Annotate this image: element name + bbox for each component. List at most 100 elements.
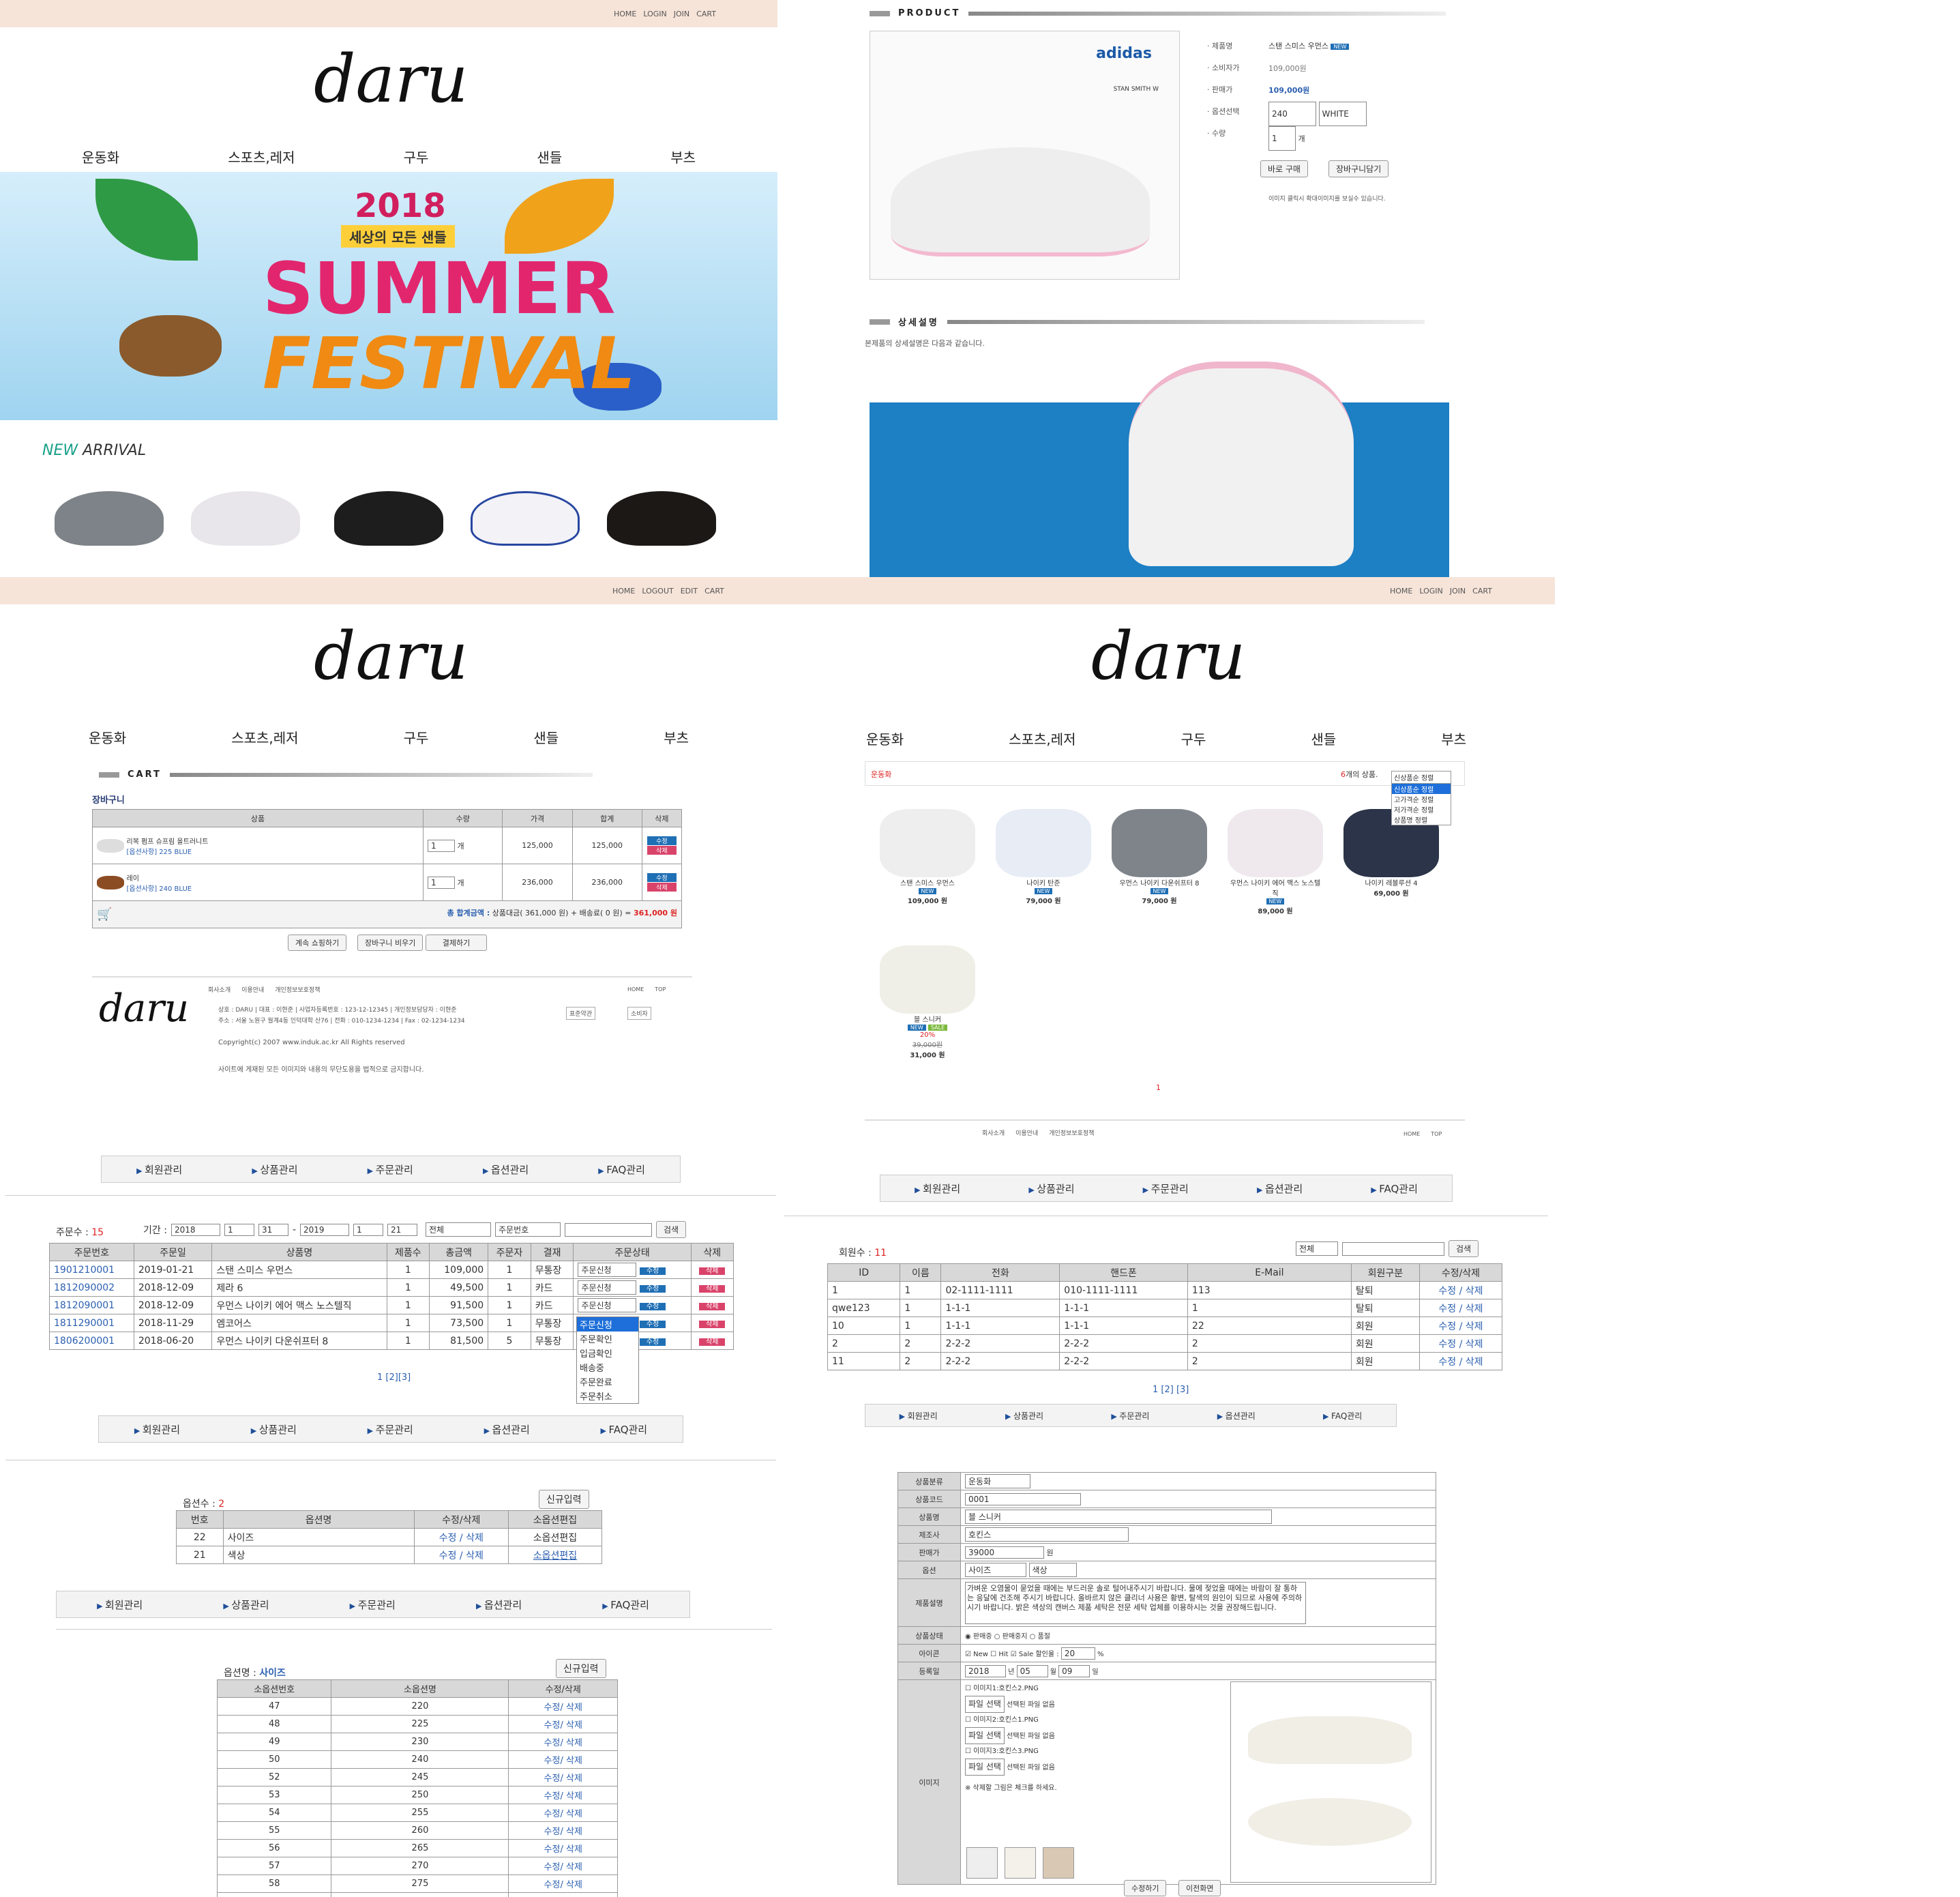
edit-delete-link[interactable]: 수정/ 삭제	[508, 1768, 618, 1786]
sort-option[interactable]: 고가격순 정렬	[1392, 794, 1451, 804]
nav-sneakers[interactable]: 운동화	[866, 729, 904, 748]
nav-members[interactable]: 회원관리	[915, 1181, 960, 1196]
product-image[interactable]	[1112, 809, 1207, 877]
product-name[interactable]: 레이	[127, 875, 139, 883]
product-image[interactable]	[1228, 809, 1323, 877]
site-logo[interactable]: daru	[1091, 618, 1245, 694]
status-select[interactable]: 주문신청	[578, 1263, 637, 1277]
logout-link[interactable]: LOGOUT	[642, 587, 673, 595]
footer-top-link[interactable]: TOP	[655, 986, 666, 992]
search-button[interactable]: 검색	[656, 1221, 687, 1238]
delete-button[interactable]: 삭제	[699, 1338, 726, 1346]
order-no[interactable]: 1901210001	[49, 1261, 134, 1279]
checkout-button[interactable]: 결제하기	[426, 935, 487, 951]
status-option[interactable]: 입금확인	[577, 1346, 638, 1360]
price-input[interactable]: 39000	[965, 1546, 1044, 1559]
nav-faq[interactable]: FAQ관리	[602, 1598, 649, 1612]
edit-delete-link[interactable]: 수정/ 삭제	[508, 1697, 618, 1716]
nav-faq[interactable]: FAQ관리	[1371, 1181, 1418, 1196]
nav-orders[interactable]: 주문관리	[368, 1162, 413, 1177]
nav-shoes[interactable]: 구두	[404, 147, 429, 166]
product-image[interactable]	[880, 809, 975, 877]
home-link[interactable]: HOME	[1390, 587, 1412, 595]
nav-sneakers[interactable]: 운동화	[89, 727, 126, 747]
delete-button[interactable]: 삭제	[647, 846, 677, 855]
guide-link[interactable]: 이용안내	[1015, 1128, 1038, 1137]
about-link[interactable]: 회사소개	[208, 985, 231, 994]
product-card[interactable]: 우먼스 나이키 에어 맥스 노스텔직 NEW 89,000 원	[1228, 809, 1323, 915]
nav-orders[interactable]: 주문관리	[368, 1422, 413, 1437]
nav-options[interactable]: 옵션관리	[483, 1162, 529, 1177]
nav-products[interactable]: 상품관리	[252, 1162, 297, 1177]
nav-members[interactable]: 회원관리	[134, 1422, 180, 1437]
home-link[interactable]: HOME	[612, 587, 635, 595]
pagination[interactable]: 1 [2] [3]	[1153, 1385, 1189, 1395]
end-year-input[interactable]: 2019	[300, 1223, 349, 1236]
edit-button[interactable]: 수정	[639, 1303, 666, 1310]
nav-sandals[interactable]: 샌들	[533, 727, 559, 747]
option2-select[interactable]: 색상	[1028, 1563, 1077, 1577]
cart-link[interactable]: CART	[1472, 587, 1492, 595]
product-card-name[interactable]: 우먼스 나이키 에어 맥스 노스텔직	[1228, 877, 1323, 898]
nav-faq[interactable]: FAQ관리	[600, 1422, 647, 1437]
status-radio-soldout[interactable]: ○	[1030, 1633, 1036, 1641]
consumer-badge[interactable]: 소비자	[627, 1007, 651, 1020]
edit-delete-link[interactable]: 수정/ 삭제	[508, 1874, 618, 1893]
status-option[interactable]: 주문취소	[577, 1389, 638, 1403]
thumb-2[interactable]	[1005, 1847, 1036, 1879]
join-link[interactable]: JOIN	[674, 10, 689, 18]
size-select[interactable]: 240	[1268, 102, 1316, 126]
day-input[interactable]: 09	[1058, 1664, 1090, 1677]
home-link[interactable]: HOME	[614, 10, 636, 18]
status-filter-select[interactable]: 전체	[426, 1222, 491, 1237]
start-year-input[interactable]: 2018	[170, 1223, 220, 1236]
nav-sports[interactable]: 스포츠,레저	[1009, 729, 1075, 748]
nav-orders[interactable]: 주문관리	[350, 1598, 396, 1612]
status-radio-stop[interactable]: ○	[994, 1633, 1000, 1641]
edit-delete-link[interactable]: 수정 / 삭제	[1419, 1299, 1503, 1317]
product-main-image[interactable]: adidas STAN SMITH W	[870, 31, 1180, 280]
cart-link[interactable]: CART	[696, 10, 716, 18]
nav-options[interactable]: 옵션관리	[1217, 1410, 1256, 1422]
edit-button[interactable]: 수정	[647, 836, 677, 845]
product-card-name[interactable]: 블 스니커	[880, 1014, 975, 1024]
login-link[interactable]: LOGIN	[1419, 587, 1442, 595]
end-month-select[interactable]: 1	[353, 1223, 383, 1236]
product-name[interactable]: 리복 펌프 슈프림 올트러니트	[127, 838, 209, 846]
thumb-3[interactable]	[1043, 1847, 1074, 1879]
cart-link[interactable]: CART	[704, 587, 724, 595]
product-thumb[interactable]	[97, 838, 124, 853]
sub-option-link[interactable]: 소옵션편집	[507, 1528, 603, 1546]
nav-products[interactable]: 상품관리	[251, 1422, 297, 1437]
hit-checkbox[interactable]: ☐	[990, 1651, 996, 1658]
empty-cart-button[interactable]: 장바구니 비우기	[357, 935, 424, 951]
guide-link[interactable]: 이용안내	[241, 985, 264, 994]
end-day-select[interactable]: 21	[387, 1223, 417, 1236]
delete-button[interactable]: 삭제	[699, 1320, 726, 1328]
nav-orders[interactable]: 주문관리	[1143, 1181, 1189, 1196]
about-link[interactable]: 회사소개	[982, 1128, 1005, 1137]
product-image[interactable]	[996, 809, 1091, 877]
page-number[interactable]: 1	[1156, 1083, 1161, 1092]
footer-home-link[interactable]: HOME	[1404, 1131, 1420, 1137]
product-card-name[interactable]: 나이키 레볼루션 4	[1343, 877, 1439, 887]
thumb-1[interactable]	[966, 1847, 998, 1879]
edit-delete-link[interactable]: 수정/ 삭제	[508, 1892, 618, 1897]
sort-dropdown[interactable]: 신상품순 정렬 신상품순 정렬 고가격순 정렬 저가격순 정렬 상품명 정렬	[1391, 771, 1451, 825]
nav-sandals[interactable]: 샌들	[537, 147, 562, 166]
product-card-name[interactable]: 나이키 탄준	[996, 877, 1091, 887]
privacy-link[interactable]: 개인정보보호정책	[275, 985, 320, 994]
edit-delete-link[interactable]: 수정 / 삭제	[413, 1528, 509, 1546]
new-option-button[interactable]: 신규입력	[539, 1490, 589, 1509]
discount-input[interactable]: 20	[1060, 1647, 1095, 1660]
product-card-name[interactable]: 스탠 스미스 우먼스	[880, 877, 975, 887]
maker-input[interactable]: 호킨스	[965, 1527, 1129, 1542]
edit-delete-link[interactable]: 수정/ 삭제	[508, 1857, 618, 1875]
edit-link[interactable]: EDIT	[681, 587, 698, 595]
image-3-checkbox[interactable]: ☐	[965, 1748, 971, 1755]
edit-button[interactable]: 수정	[639, 1338, 666, 1346]
status-option[interactable]: 주문신청	[577, 1317, 638, 1332]
back-button[interactable]: 이전화면	[1178, 1880, 1221, 1896]
edit-button[interactable]: 수정	[647, 873, 677, 882]
status-option[interactable]: 배송중	[577, 1360, 638, 1374]
